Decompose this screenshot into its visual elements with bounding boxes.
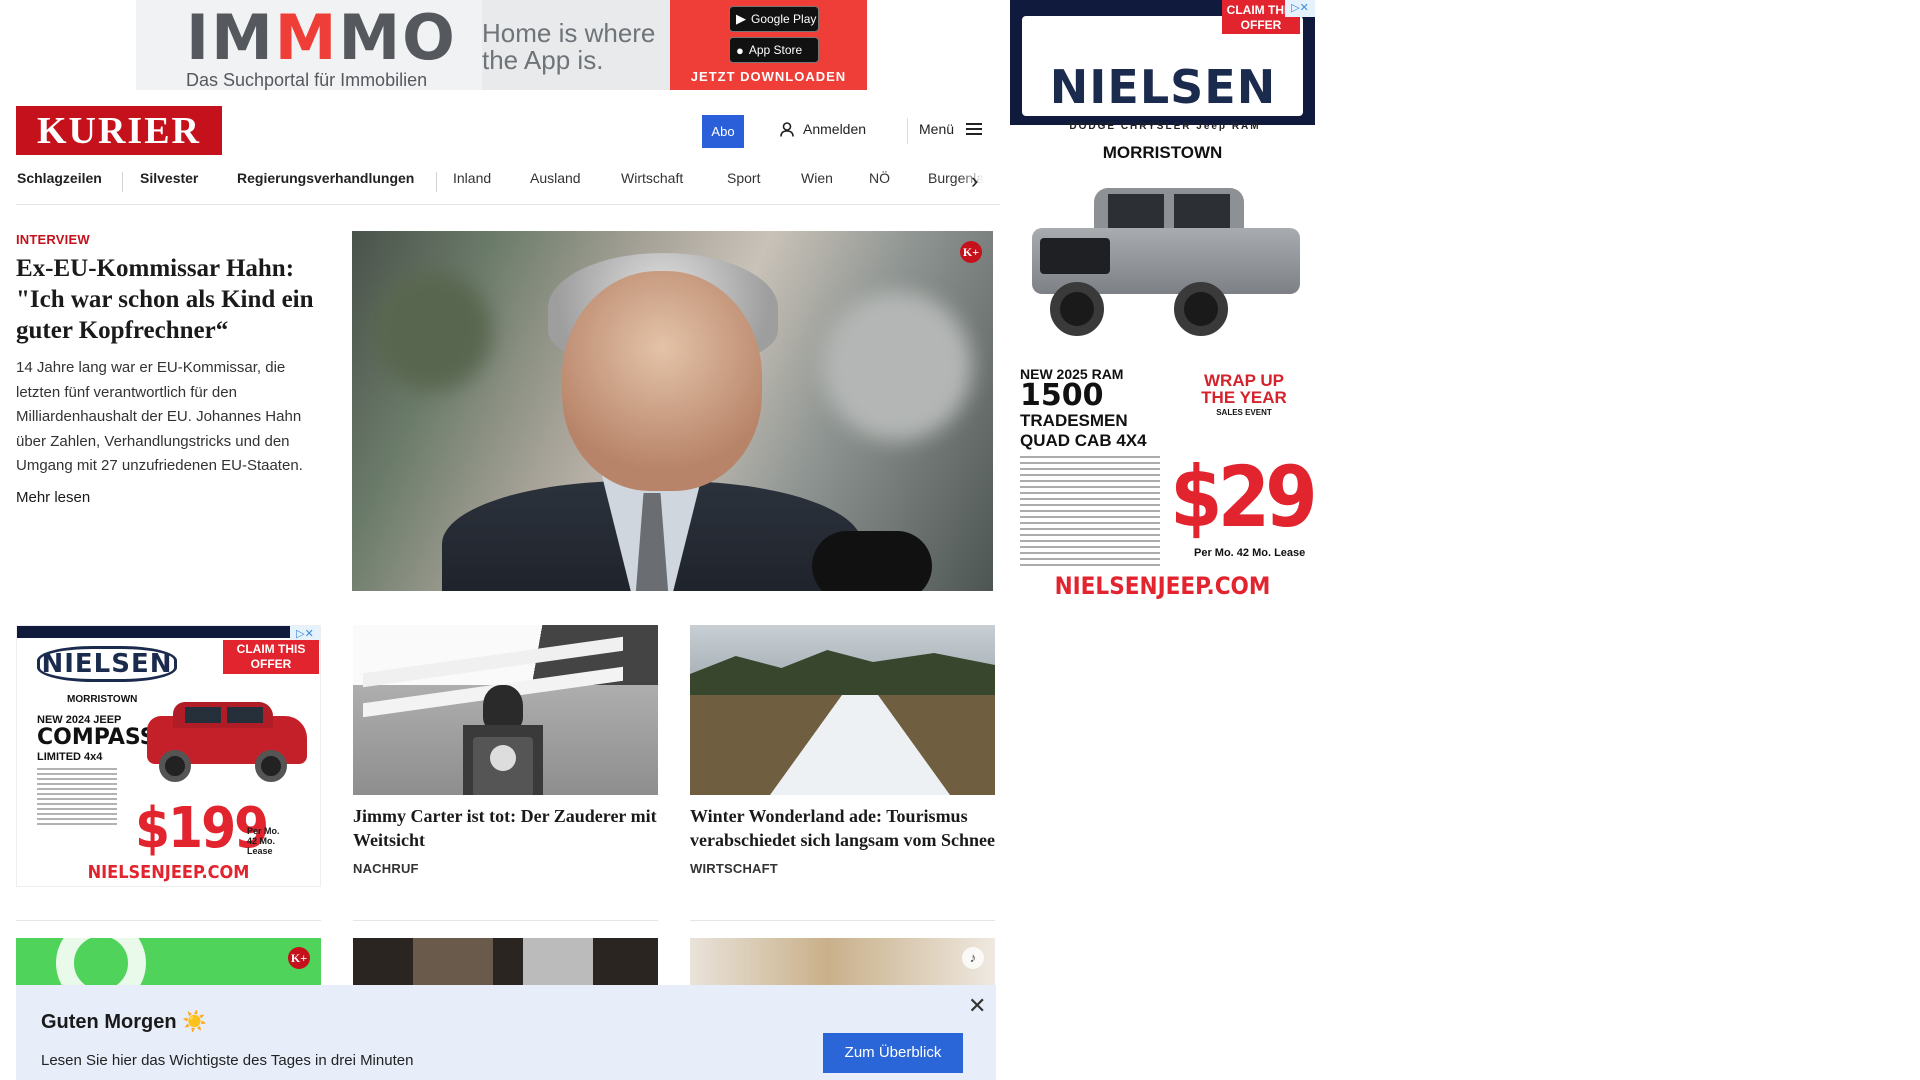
ad-location: MORRISTOWN <box>1102 143 1223 162</box>
nav-fade <box>960 163 1000 203</box>
top-banner-ad[interactable]: IMMMO Das Suchportal für Immobilien Home… <box>136 0 867 90</box>
nav-item-silvester[interactable]: Silvester <box>140 170 198 186</box>
ad-model-line3: LIMITED 4x4 <box>37 751 103 763</box>
nav-separator <box>122 172 123 192</box>
ad-logo-zone: IMMMO Das Suchportal für Immobilien <box>136 0 482 90</box>
claim-offer-badge[interactable]: CLAIM THIS OFFER <box>223 640 319 674</box>
kplus-badge-icon: K+ <box>288 947 310 969</box>
article-card[interactable]: Jimmy Carter ist tot: Der Zauderer mit W… <box>353 625 658 876</box>
ad-brands-row: DODGE CHRYSLER Jeep RAM <box>1069 121 1261 132</box>
abo-button[interactable]: Abo <box>702 115 744 148</box>
ad-fine-print <box>1020 456 1160 566</box>
nav-item-wirtschaft[interactable]: Wirtschaft <box>621 170 683 186</box>
play-store-icon: ▶ <box>736 11 746 26</box>
menu-button[interactable]: Menü <box>919 121 983 137</box>
lead-title[interactable]: Ex-EU-Kommissar Hahn: "Ich war schon als… <box>16 253 320 346</box>
lead-teaser: 14 Jahre lang war er EU-Kommissar, die l… <box>16 359 303 474</box>
nav-item-regierungsverhandlungen[interactable]: Regierungsverhandlungen <box>237 170 414 186</box>
ad-cta-zone[interactable]: ▶ Google Play ● App Store JETZT DOWNLOAD… <box>670 0 867 90</box>
nav-item-inland[interactable]: Inland <box>453 170 491 186</box>
ad-model-line2: 1500 <box>1020 378 1104 413</box>
ad-url[interactable]: NIELSENJEEP.COM <box>17 862 320 883</box>
overview-button[interactable]: Zum Überblick <box>823 1033 963 1073</box>
article-thumbnail[interactable]: ♪ <box>690 938 995 988</box>
ad-download-cta[interactable]: JETZT DOWNLOADEN <box>670 69 867 84</box>
user-icon <box>780 121 794 137</box>
inline-car-ad[interactable]: ▷✕ NIELSEN CLAIM THIS OFFER MORRISTOWN N… <box>16 625 321 887</box>
ad-model-line4: QUAD CAB 4X4 <box>1020 431 1147 450</box>
article-title[interactable]: Jimmy Carter ist tot: Der Zauderer mit W… <box>353 804 658 852</box>
truck-image <box>1024 178 1304 338</box>
nav-item-ausland[interactable]: Ausland <box>530 170 581 186</box>
briefing-text: Lesen Sie hier das Wichtigste des Tages … <box>41 1052 414 1069</box>
morning-briefing-banner: Guten Morgen ☀️ Lesen Sie hier das Wicht… <box>16 985 996 1080</box>
ad-price-note: Per Mo. 42 Mo. Lease <box>1194 547 1306 559</box>
ad-model-line3: TRADESMEN <box>1020 411 1128 430</box>
ad-headline: Home is where the App is. <box>482 0 670 90</box>
article-category[interactable]: WIRTSCHAFT <box>690 861 995 876</box>
ad-event: WRAP UP THE YEAR <box>1201 371 1287 407</box>
apple-icon: ● <box>736 42 744 58</box>
play-icon: ♪ <box>962 947 984 969</box>
nav-item-noe[interactable]: NÖ <box>869 170 890 186</box>
ad-fine-print <box>37 768 117 828</box>
app-store-badge[interactable]: ● App Store <box>729 37 819 63</box>
side-car-ad[interactable]: NIELSEN CLAIM THIS OFFER ▷✕ DODGE CHRYSL… <box>1010 0 1315 607</box>
kplus-badge-icon: K+ <box>960 241 982 263</box>
ad-location: MORRISTOWN <box>67 694 138 705</box>
adchoices-icon[interactable]: ▷✕ <box>1285 0 1315 17</box>
close-icon[interactable]: ✕ <box>968 993 986 1019</box>
section-nav: Schlagzeilen Silvester Regierungsverhand… <box>16 163 1000 205</box>
ad-url[interactable]: NIELSENJEEP.COM <box>1010 572 1315 600</box>
article-thumbnail[interactable] <box>690 625 995 795</box>
row-divider <box>690 920 995 921</box>
nav-item-wien[interactable]: Wien <box>801 170 833 186</box>
ad-brand-logo: IMMMO <box>186 1 457 74</box>
row-divider <box>353 920 658 921</box>
article-thumbnail[interactable] <box>353 938 658 988</box>
row-divider <box>16 920 321 921</box>
ad-price-note: Per Mo. 42 Mo. Lease <box>247 826 280 856</box>
kurier-logo[interactable]: KURIER <box>16 106 222 155</box>
nav-item-schlagzeilen[interactable]: Schlagzeilen <box>17 170 102 186</box>
car-image <box>137 698 313 786</box>
menu-label: Menü <box>919 121 955 137</box>
nav-item-sport[interactable]: Sport <box>727 170 760 186</box>
chevron-right-icon[interactable]: › <box>971 166 978 196</box>
article-thumbnail[interactable] <box>353 625 658 795</box>
read-more-link[interactable]: Mehr lesen <box>16 489 320 506</box>
login-label: Anmelden <box>803 121 867 137</box>
article-category[interactable]: NACHRUF <box>353 861 658 876</box>
ad-brand-logo: NIELSEN <box>1049 60 1277 114</box>
article-card[interactable]: Winter Wonderland ade: Touris­mus verabs… <box>690 625 995 876</box>
ad-price: $299 <box>1170 448 1315 546</box>
nav-separator <box>436 172 437 192</box>
app-store-label: App Store <box>748 43 803 57</box>
lead-article-image[interactable]: K+ <box>352 231 993 591</box>
briefing-heading: Guten Morgen ☀️ <box>41 1011 208 1033</box>
google-play-label: Google Play <box>751 12 817 26</box>
login-link[interactable]: Anmelden <box>780 121 866 137</box>
article-thumbnail[interactable]: K+ <box>16 938 321 988</box>
ad-event-sub: SALES EVENT <box>1216 408 1272 417</box>
hamburger-icon <box>966 122 983 136</box>
article-title[interactable]: Winter Wonderland ade: Touris­mus verabs… <box>690 804 995 852</box>
lead-article[interactable]: INTERVIEW Ex-EU-Kommissar Hahn: "Ich war… <box>16 232 320 506</box>
ad-brand-logo: NIELSEN <box>37 646 177 682</box>
microphone-shape <box>812 531 932 591</box>
header-divider <box>907 118 908 144</box>
lead-kicker: INTERVIEW <box>16 232 90 247</box>
google-play-badge[interactable]: ▶ Google Play <box>729 6 819 32</box>
